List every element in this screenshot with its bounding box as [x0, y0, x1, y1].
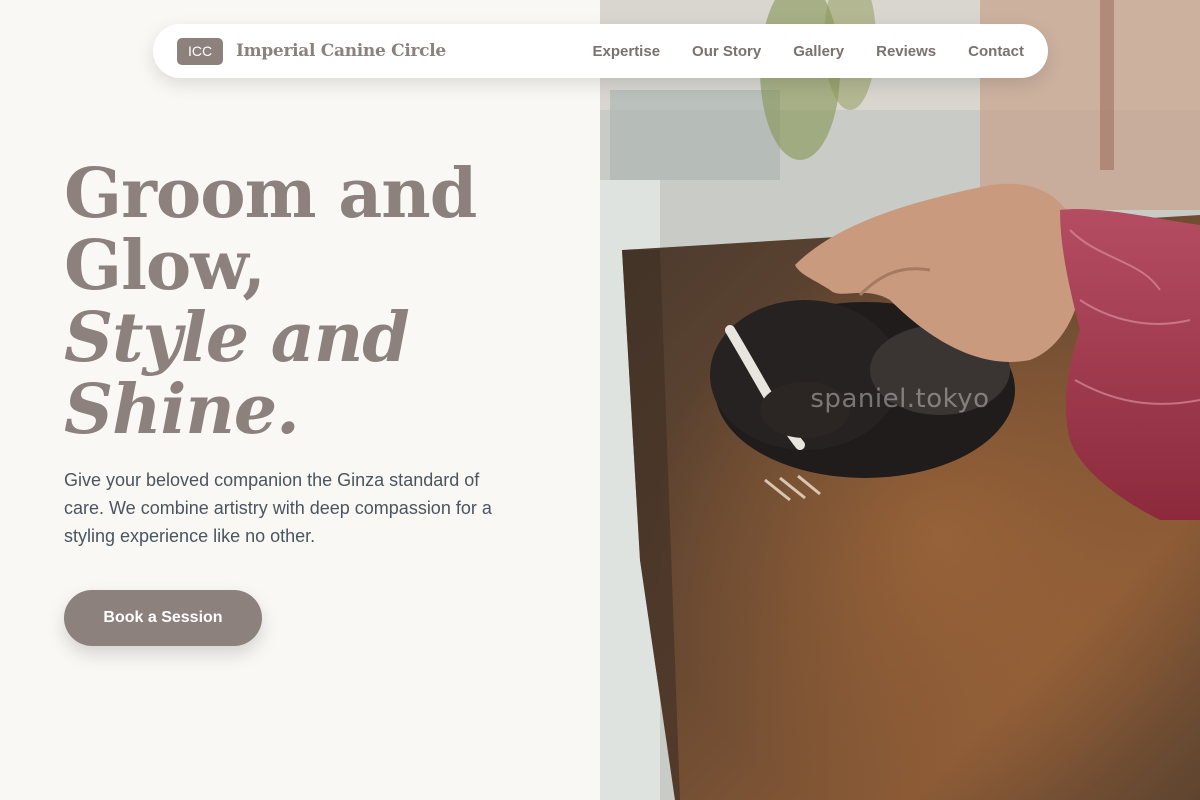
brand-name[interactable]: Imperial Canine Circle — [236, 41, 446, 61]
hero-photo: spaniel.tokyo — [600, 0, 1200, 800]
nav-link-reviews[interactable]: Reviews — [876, 43, 936, 60]
hero-title-line-4: Shine. — [64, 370, 300, 450]
hero-title-line-3: Style and — [64, 298, 410, 378]
nav-link-our-story[interactable]: Our Story — [692, 43, 761, 60]
photo-watermark: spaniel.tokyo — [810, 384, 990, 414]
nav-link-expertise[interactable]: Expertise — [593, 43, 661, 60]
nav-links: Expertise Our Story Gallery Reviews Cont… — [593, 43, 1025, 60]
logo-badge[interactable]: ICC — [177, 37, 223, 65]
hero-title-line-1: Groom and — [64, 154, 477, 234]
nav-link-gallery[interactable]: Gallery — [793, 43, 844, 60]
hero-title-line-2: Glow, — [64, 226, 266, 306]
hero-description: Give your beloved companion the Ginza st… — [64, 470, 492, 546]
hero-title: Groom and Glow, Style and Shine. — [64, 158, 584, 446]
book-session-button[interactable]: Book a Session — [64, 590, 262, 646]
top-navigation: ICC Imperial Canine Circle Expertise Our… — [153, 24, 1048, 78]
nav-link-contact[interactable]: Contact — [968, 43, 1024, 60]
